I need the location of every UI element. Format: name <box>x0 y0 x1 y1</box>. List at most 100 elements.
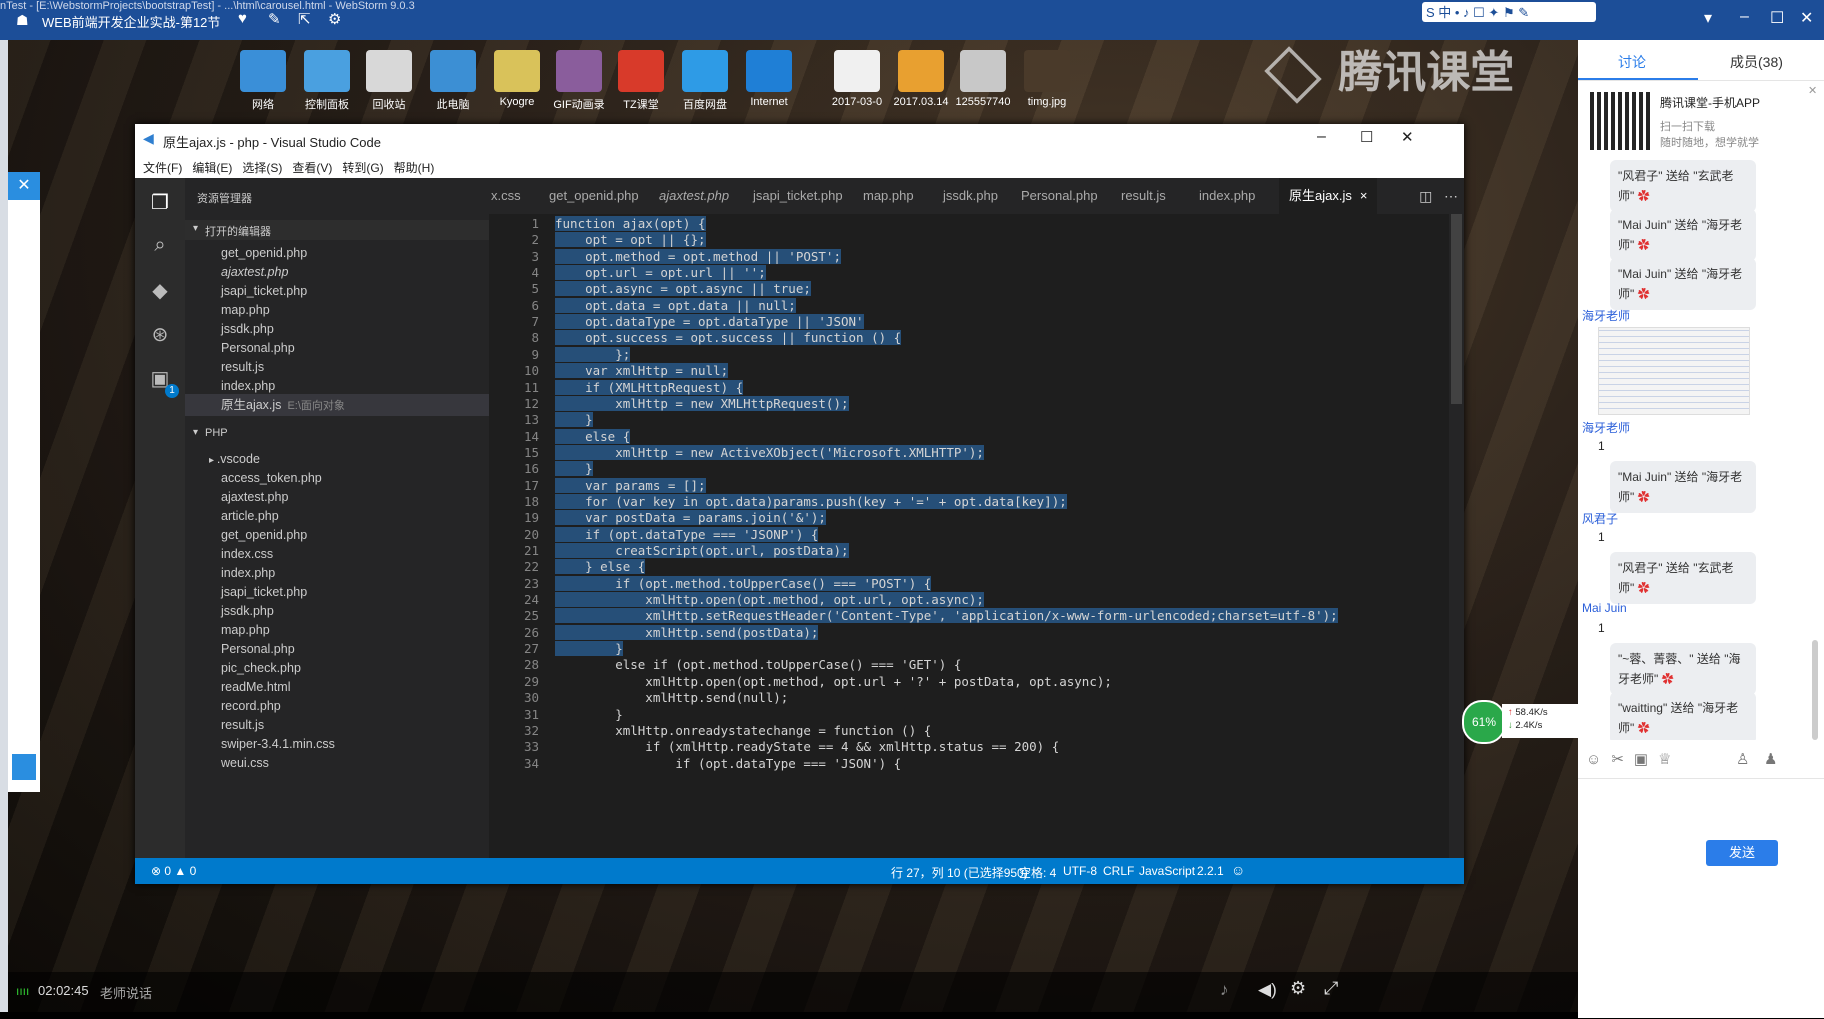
code-line[interactable]: if (opt.dataType === 'JSONP') { <box>555 526 819 542</box>
tab[interactable]: index.php <box>1199 178 1255 214</box>
language-mode[interactable]: JavaScript <box>1139 864 1195 878</box>
tab[interactable]: get_openid.php <box>549 178 639 214</box>
tab-members[interactable]: 成员(38) <box>1730 52 1783 72</box>
code-line[interactable]: opt.data = opt.data || null; <box>555 297 796 313</box>
vsc-maximize-icon[interactable]: ☐ <box>1360 128 1373 146</box>
problems-indicator[interactable]: ⊗ 0 ▲ 0 <box>151 864 196 878</box>
desktop-icon[interactable]: 网络 <box>226 50 300 112</box>
code-line[interactable]: opt.success = opt.success || function ()… <box>555 330 902 346</box>
desktop-icon[interactable]: 此电脑 <box>416 50 490 112</box>
code-line[interactable]: } else { <box>555 559 646 575</box>
code-line[interactable]: var params = []; <box>555 477 706 493</box>
close-icon[interactable]: ✕ <box>1800 8 1813 28</box>
desktop-icon[interactable]: 百度网盘 <box>668 50 742 112</box>
code-line[interactable]: function ajax(opt) { <box>555 216 706 231</box>
code-line[interactable]: }; <box>555 346 631 362</box>
speaker-icon[interactable]: ◀) <box>1258 980 1277 1000</box>
tab[interactable]: jssdk.php <box>943 178 998 214</box>
scroll-thumb[interactable] <box>1451 214 1462 404</box>
chat-username[interactable]: Mai Juin <box>1582 601 1627 615</box>
code-line[interactable]: xmlHttp.open(opt.method, opt.url, opt.as… <box>555 592 984 608</box>
desktop-icon[interactable]: 2017-03-0 <box>820 50 894 108</box>
code-editor[interactable]: 1 function ajax(opt) {2 opt = opt || {}; 3… <box>489 214 1449 858</box>
tab[interactable]: result.js <box>1121 178 1166 214</box>
php-folder-header[interactable]: ▾ PHP <box>185 424 489 444</box>
dropdown-icon[interactable]: ▾ <box>1704 8 1712 28</box>
tab[interactable]: map.php <box>863 178 914 214</box>
menu-item[interactable]: 文件(F) <box>143 159 182 176</box>
split-editor-icon[interactable]: ◫ <box>1419 188 1432 204</box>
desktop-icon[interactable]: Internet <box>732 50 806 108</box>
menu-item[interactable]: 选择(S) <box>242 159 282 176</box>
tab-discuss[interactable]: 讨论 <box>1618 52 1646 72</box>
tab-close-icon[interactable]: × <box>1360 188 1368 203</box>
indentation[interactable]: 空格: 4 <box>1019 864 1056 881</box>
vsc-minimize-icon[interactable]: – <box>1317 128 1326 146</box>
side-close-icon[interactable]: ✕ <box>8 172 40 200</box>
gift-icon[interactable]: ♕ <box>1658 751 1681 768</box>
open-editor-item[interactable]: 原生ajax.js E:\面向对象 <box>185 394 489 416</box>
users-icon[interactable]: ♟ <box>1764 750 1787 768</box>
desktop-icon[interactable]: TZ课堂 <box>604 50 678 112</box>
code-line[interactable]: xmlHttp.setRequestHeader('Content-Type',… <box>555 608 1338 624</box>
mic-icon[interactable]: ♪ <box>1220 980 1229 1000</box>
code-line[interactable]: } <box>555 412 593 428</box>
file-item[interactable]: weui.css <box>221 752 269 774</box>
code-line[interactable]: xmlHttp.open(opt.method, opt.url + '?' +… <box>555 674 1112 689</box>
line-ending[interactable]: CRLF <box>1103 864 1134 878</box>
close-qr-icon[interactable]: ✕ <box>1808 84 1817 97</box>
code-line[interactable]: if (xmlHttp.readyState == 4 && xmlHttp.s… <box>555 739 1059 754</box>
fullscreen-icon[interactable]: ⤢ <box>1324 978 1338 999</box>
tab-active[interactable]: 原生ajax.js × <box>1279 178 1378 214</box>
scissors-icon[interactable]: ✂ <box>1611 751 1634 768</box>
code-line[interactable]: xmlHttp.send(postData); <box>555 624 819 640</box>
feedback-icon[interactable]: ☺ <box>1231 862 1245 878</box>
menu-item[interactable]: 转到(G) <box>342 159 383 176</box>
chat-input[interactable] <box>1578 778 1824 1019</box>
vsc-close-icon[interactable]: ✕ <box>1401 128 1414 146</box>
code-line[interactable]: opt.async = opt.async || true; <box>555 281 811 297</box>
menu-item[interactable]: 查看(V) <box>292 159 332 176</box>
ime-toolbar[interactable]: S 中 • ♪ ☐ ✦ ⚑ ✎ <box>1422 2 1596 22</box>
code-line[interactable]: else if (opt.method.toUpperCase() === 'G… <box>555 657 961 672</box>
code-line[interactable]: } <box>555 461 593 477</box>
open-editors-header[interactable]: ▾ 打开的编辑器 <box>185 220 489 240</box>
maximize-icon[interactable]: ☐ <box>1770 8 1784 28</box>
code-line[interactable]: if (opt.method.toUpperCase() === 'POST')… <box>555 575 932 591</box>
send-button[interactable]: 发送 <box>1706 840 1778 866</box>
code-line[interactable]: xmlHttp.send(null); <box>555 690 788 705</box>
chat-username[interactable]: 海牙老师 <box>1582 419 1630 436</box>
desktop-icon[interactable]: timg.jpg <box>1010 50 1084 108</box>
share-icon[interactable]: ⇱ <box>298 10 311 28</box>
encoding[interactable]: UTF-8 <box>1063 864 1097 878</box>
code-line[interactable]: creatScript(opt.url, postData); <box>555 543 849 558</box>
code-line[interactable]: xmlHttp.onreadystatechange = function ()… <box>555 723 931 738</box>
desktop-icon[interactable]: 回收站 <box>352 50 426 112</box>
search-icon[interactable]: ⌕ <box>148 234 172 258</box>
explorer-icon[interactable]: ❐ <box>148 190 172 214</box>
code-line[interactable]: opt = opt || {}; <box>555 232 706 248</box>
more-icon[interactable]: ⋯ <box>1444 188 1458 204</box>
emoji-icon[interactable]: ☺ <box>1586 751 1611 768</box>
code-line[interactable]: opt.url = opt.url || ''; <box>555 265 766 281</box>
settings-icon[interactable]: ⚙ <box>328 10 341 28</box>
code-line[interactable]: } <box>555 641 623 657</box>
code-line[interactable]: var postData = params.join('&'); <box>555 510 826 526</box>
code-line[interactable]: else { <box>555 428 631 444</box>
code-line[interactable]: for (var key in opt.data)params.push(key… <box>555 493 1067 509</box>
code-screenshot-image[interactable] <box>1598 327 1750 415</box>
tab[interactable]: ajaxtest.php <box>659 178 729 214</box>
chat-username[interactable]: 海牙老师 <box>1582 307 1630 324</box>
minimize-icon[interactable]: – <box>1740 8 1749 26</box>
tab[interactable]: jsapi_ticket.php <box>753 178 843 214</box>
user-icon[interactable]: ♙ <box>1736 750 1759 768</box>
menu-item[interactable]: 编辑(E) <box>192 159 232 176</box>
code-line[interactable]: if (opt.dataType === 'JSON') { <box>555 756 901 771</box>
tab[interactable]: Personal.php <box>1021 178 1098 214</box>
cursor-position[interactable]: 行 27，列 10 (已选择950) <box>891 864 1028 881</box>
image-icon[interactable]: ▣ <box>1634 751 1658 768</box>
desktop-icon[interactable]: 125557740 <box>946 50 1020 108</box>
code-line[interactable]: opt.method = opt.method || 'POST'; <box>555 248 841 264</box>
menu-item[interactable]: 帮助(H) <box>394 159 435 176</box>
editor-scrollbar[interactable] <box>1449 214 1464 858</box>
